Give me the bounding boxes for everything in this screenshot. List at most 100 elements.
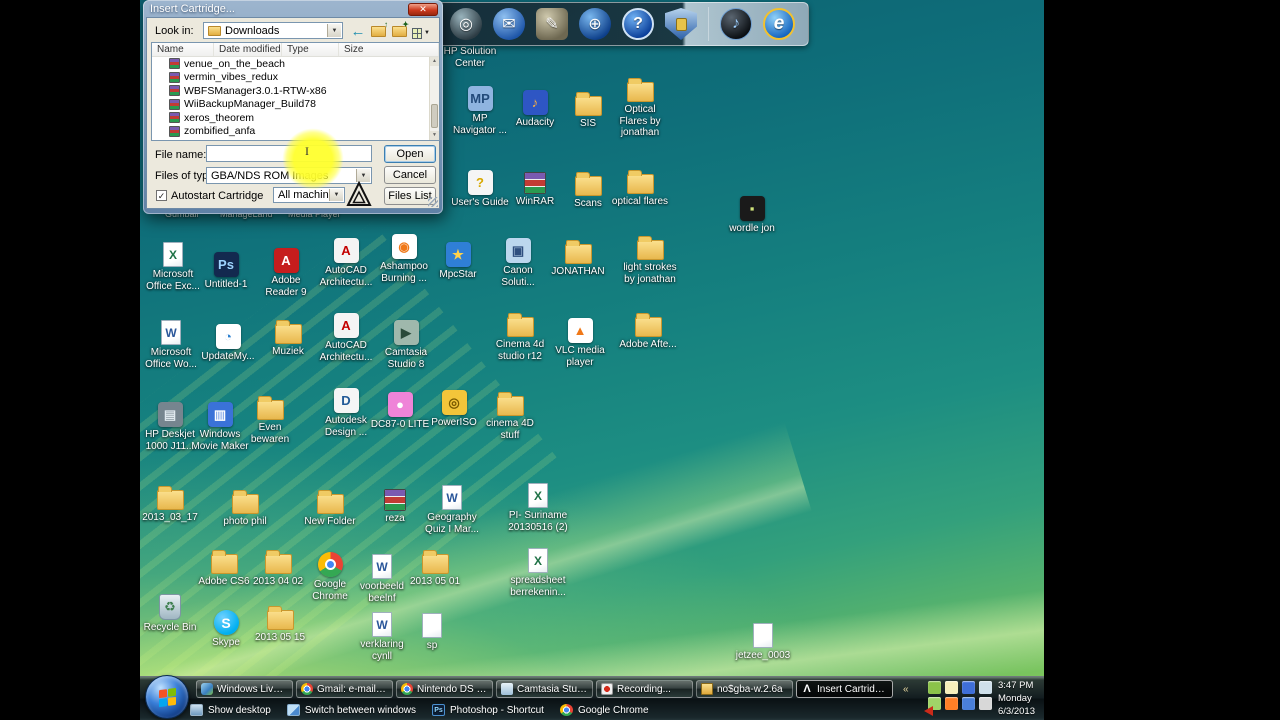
tray-calendar-icon[interactable] xyxy=(962,681,975,694)
desktop-icon-muziek[interactable]: Muziek xyxy=(258,318,318,358)
desktop-icon-adobe-cs6[interactable]: Adobe CS6 xyxy=(194,548,254,588)
desktop-icon-wordle-jon[interactable]: ▪ wordle jon xyxy=(722,194,782,235)
desktop-icon-2013-05-01[interactable]: 2013 05 01 xyxy=(405,548,465,588)
audio-player-icon[interactable]: ♪ xyxy=(720,8,752,40)
desktop-icon-recycle-bin[interactable]: ♻ Recycle Bin xyxy=(140,592,200,634)
desktop-icon-cinema-4d-stuff[interactable]: cinema 4D stuff xyxy=(480,390,540,441)
taskbar-button-insert-cartridge[interactable]: Λ Insert Cartridge... xyxy=(796,680,893,698)
desktop-icon-poweriso[interactable]: ◎ PowerISO xyxy=(424,388,484,429)
desktop-icon-winrar[interactable]: WinRAR xyxy=(505,168,565,208)
desktop-icon-autocad-architectu[interactable]: A AutoCAD Architectu... xyxy=(316,236,376,288)
desktop-icon-jonathan[interactable]: JONATHAN xyxy=(548,238,608,278)
desktop-icon-pi-suriname-20130516-2[interactable]: X PI- Suriname 20130516 (2) xyxy=(508,481,568,533)
desktop-icon-adobe-reader-9[interactable]: A Adobe Reader 9 xyxy=(256,246,316,298)
desktop-icon-audacity[interactable]: ♪ Audacity xyxy=(505,88,565,129)
desktop-icon-optical-flares[interactable]: optical flares xyxy=(610,168,670,208)
file-row-venue-on-the-beach[interactable]: venue_on_the_beach xyxy=(152,57,439,71)
up-one-level-icon[interactable]: ↑ xyxy=(369,20,388,40)
tray-volume-icon[interactable] xyxy=(979,697,992,710)
desktop-icon-dc87-0-lite[interactable]: ● DC87-0 LITE xyxy=(370,390,430,431)
desktop-icon-skype[interactable]: S Skype xyxy=(196,608,256,649)
desktop-icon-autocad-architectu[interactable]: A AutoCAD Architectu... xyxy=(316,311,376,363)
desktop-icon-hp-solution-center[interactable]: HP Solution Center xyxy=(440,44,500,69)
column-name[interactable]: Name xyxy=(152,43,214,56)
desktop-icon-autodesk-design[interactable]: D Autodesk Design ... xyxy=(316,386,376,438)
look-in-combobox[interactable]: Downloads ▼ xyxy=(203,22,343,39)
desktop-icon-microsoft-office-wo[interactable]: W Microsoft Office Wo... xyxy=(141,318,201,370)
tray-notes-icon[interactable] xyxy=(945,681,958,694)
taskbar-button-gmail-e-mail-van[interactable]: Gmail: e-mail van... xyxy=(296,680,393,698)
hp-camera-icon[interactable]: ◎ xyxy=(450,8,482,40)
taskbar-button-recording[interactable]: Recording... xyxy=(596,680,693,698)
taskbar-button-no-gba-w-2-6a[interactable]: no$gba-w.2.6a xyxy=(696,680,793,698)
file-row-wbfsmanager3-0-1-rtw-x86[interactable]: WBFSManager3.0.1-RTW-x86 xyxy=(152,84,439,98)
tray-updater-icon[interactable] xyxy=(928,681,941,694)
windows-mail-icon[interactable]: ✉ xyxy=(493,8,525,40)
desktop-icon-optical-flares-by-jonathan[interactable]: Optical Flares by jonathan xyxy=(610,76,670,139)
desktop-icon-adobe-afte[interactable]: Adobe Afte... xyxy=(618,311,678,351)
desktop-icon-camtasia-studio-8[interactable]: ▶ Camtasia Studio 8 xyxy=(376,318,436,370)
file-row-vermin-vibes-redux[interactable]: vermin_vibes_redux xyxy=(152,71,439,85)
desktop-icon-2013-05-15[interactable]: 2013 05 15 xyxy=(250,604,310,644)
chevron-down-icon[interactable]: ▼ xyxy=(327,24,341,37)
desktop-icon-sis[interactable]: SIS xyxy=(558,90,618,130)
desktop-icon-voorbeeld-beelnf[interactable]: Wvoorbeeld beelnf xyxy=(352,552,412,604)
column-size[interactable]: Size xyxy=(339,43,439,56)
file-name-input[interactable] xyxy=(206,145,372,162)
quicklaunch-photoshop-shortcut[interactable]: Ps Photoshop - Shortcut xyxy=(432,704,544,716)
desktop-icon-new-folder[interactable]: New Folder xyxy=(300,488,360,528)
view-menu-icon[interactable]: ▼ xyxy=(412,24,430,42)
scrollbar-thumb[interactable] xyxy=(431,104,438,128)
help-icon[interactable]: ? xyxy=(622,8,654,40)
desktop-icon-mp-navigator[interactable]: MP MP Navigator ... xyxy=(450,84,510,136)
desktop-icon-canon-soluti[interactable]: ▣ Canon Soluti... xyxy=(488,236,548,288)
desktop-icon-microsoft-office-exc[interactable]: X Microsoft Office Exc... xyxy=(143,240,203,292)
desktop-icon-jetzee-0003[interactable]: jetzee_0003 xyxy=(733,621,793,662)
desktop-icon-vlc-media-player[interactable]: ▲ VLC media player xyxy=(550,316,610,368)
chevron-down-icon[interactable]: ▼ xyxy=(329,189,343,201)
resize-grip[interactable] xyxy=(428,197,438,207)
close-icon[interactable]: ✕ xyxy=(408,2,438,16)
quicklaunch-show-desktop[interactable]: Show desktop xyxy=(190,704,271,716)
new-folder-icon[interactable]: ✦ xyxy=(390,20,409,40)
scrollbar[interactable]: ▲ ▼ xyxy=(429,57,439,140)
tray-display-icon[interactable] xyxy=(979,681,992,694)
quicklaunch-google-chrome[interactable]: Google Chrome xyxy=(559,704,649,716)
machines-combobox[interactable]: All machines ▼ xyxy=(273,187,345,203)
quicklaunch-switch-between-windows[interactable]: Switch between windows xyxy=(286,704,416,716)
desktop-icon-2013-04-02[interactable]: 2013 04 02 xyxy=(248,548,308,588)
tray-scheduler-icon[interactable] xyxy=(962,697,975,710)
internet-globe-icon[interactable]: ⊕ xyxy=(579,8,611,40)
desktop-icon-user-s-guide[interactable]: ? User's Guide xyxy=(450,168,510,209)
desktop-icon-google-chrome[interactable]: Google Chrome xyxy=(300,550,360,602)
internet-explorer-icon[interactable]: e xyxy=(763,8,795,40)
start-button[interactable] xyxy=(145,675,189,719)
column-date-modified[interactable]: Date modified xyxy=(214,43,282,56)
autostart-checkbox[interactable]: ✓ xyxy=(156,190,167,201)
desktop-icon-spreadsheet-berrekenin[interactable]: Xspreadsheet berrekenin... xyxy=(508,546,568,598)
pencil-cup-icon[interactable]: ✎ xyxy=(536,8,568,40)
desktop-icon-even-bewaren[interactable]: Even bewaren xyxy=(240,394,300,445)
taskbar-button-nintendo-ds-nd[interactable]: Nintendo DS / ND... xyxy=(396,680,493,698)
file-row-zombified-anfa[interactable]: zombified_anfa xyxy=(152,125,439,139)
back-icon[interactable]: ← xyxy=(349,22,367,40)
desktop-icon-photo-phil[interactable]: photo phil xyxy=(215,488,275,528)
file-row-xeros-theorem[interactable]: xeros_theorem xyxy=(152,111,439,125)
desktop-icon-reza[interactable]: reza xyxy=(365,485,425,525)
cancel-button[interactable]: Cancel xyxy=(384,166,436,184)
dialog-titlebar[interactable]: Insert Cartridge... ✕ xyxy=(146,0,440,17)
desktop-icon-scans[interactable]: Scans xyxy=(558,170,618,210)
taskbar-button-windows-live-me[interactable]: Windows Live Me... xyxy=(196,680,293,698)
taskbar-button-camtasia-studio[interactable]: Camtasia Studio -... xyxy=(496,680,593,698)
tray-antivirus-icon[interactable] xyxy=(945,697,958,710)
desktop-icon-geography-quiz-i-mar[interactable]: W Geography Quiz I Mar... xyxy=(422,483,482,535)
desktop-icon-updatemy[interactable]: ◔ UpdateMy... xyxy=(198,322,258,363)
security-shield-icon[interactable] xyxy=(665,8,697,40)
scroll-down-icon[interactable]: ▼ xyxy=(430,131,439,140)
clock[interactable]: 3:47 PM Monday 6/3/2013 xyxy=(998,680,1044,718)
tray-expand-icon[interactable]: « xyxy=(903,684,909,695)
desktop-icon-light-strokes-by-jonathan[interactable]: light strokes by jonathan xyxy=(620,234,680,285)
file-row-wiibackupmanager-build78[interactable]: WiiBackupManager_Build78 xyxy=(152,98,439,112)
desktop-icon-2013-03-17[interactable]: 2013_03_17 xyxy=(140,484,200,524)
scroll-up-icon[interactable]: ▲ xyxy=(430,57,439,66)
